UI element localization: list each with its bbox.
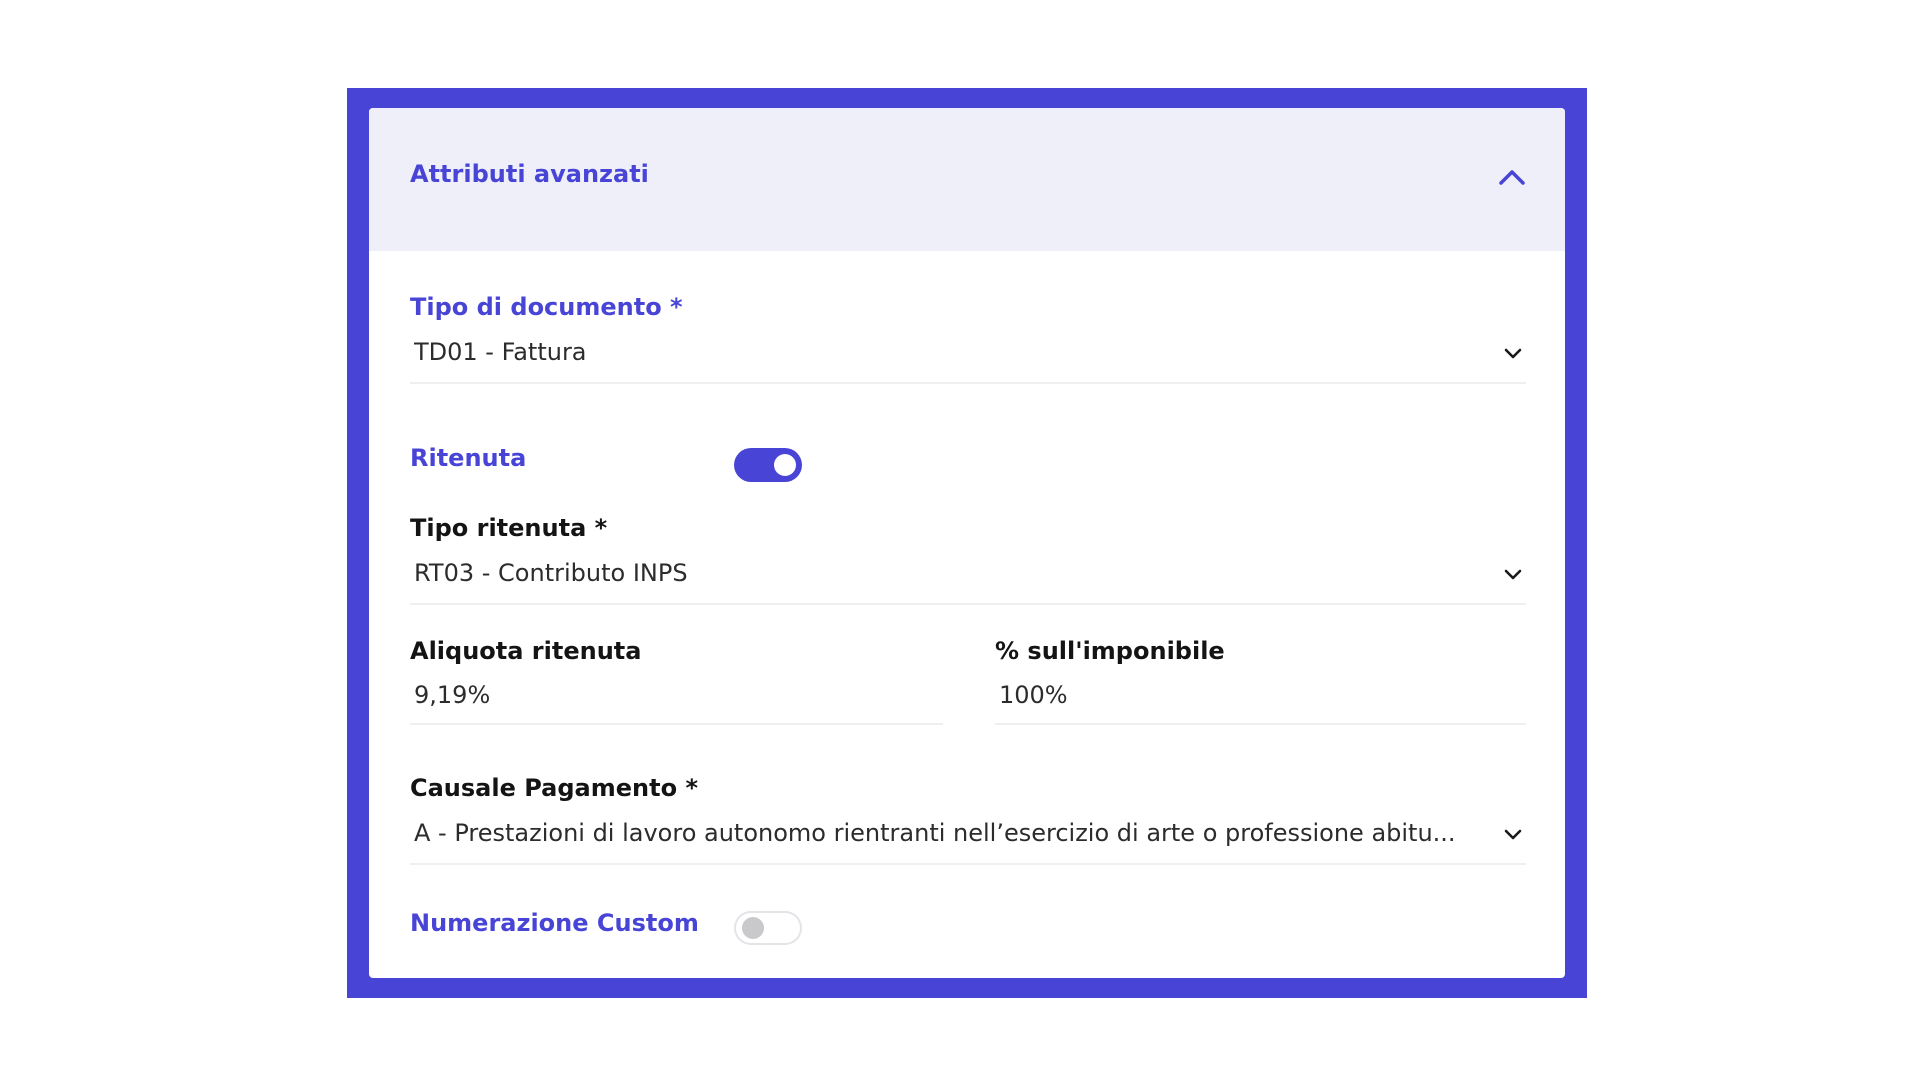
ritenuta-label: Ritenuta [410,444,527,472]
toggle-knob [742,917,764,939]
causale-pagamento-label: Causale Pagamento * [410,774,698,802]
chevron-up-icon[interactable] [1495,162,1529,192]
aliquota-ritenuta-value: 9,19% [414,681,491,709]
aliquota-ritenuta-label: Aliquota ritenuta [410,637,642,665]
chevron-down-icon[interactable] [1500,340,1526,366]
percentuale-imponibile-input[interactable]: 100% [995,671,1526,725]
percentuale-imponibile-value: 100% [999,681,1068,709]
numerazione-custom-label: Numerazione Custom [410,909,699,937]
advanced-attributes-panel: Attributi avanzati Tipo di documento * T… [369,108,1565,978]
numerazione-custom-toggle[interactable] [734,911,802,945]
chevron-down-icon[interactable] [1500,821,1526,847]
toggle-knob [774,454,796,476]
causale-pagamento-select[interactable]: A - Prestazioni di lavoro autonomo rient… [410,809,1526,865]
panel-frame: Attributi avanzati Tipo di documento * T… [347,88,1587,998]
chevron-down-icon[interactable] [1500,561,1526,587]
tipo-documento-select[interactable]: TD01 - Fattura [410,328,1526,384]
aliquota-ritenuta-input[interactable]: 9,19% [410,671,943,725]
tipo-documento-value: TD01 - Fattura [414,338,587,366]
panel-header[interactable]: Attributi avanzati [369,108,1565,251]
causale-pagamento-value: A - Prestazioni di lavoro autonomo rient… [414,819,1456,847]
ritenuta-toggle[interactable] [734,448,802,482]
tipo-ritenuta-label: Tipo ritenuta * [410,514,608,542]
tipo-ritenuta-value: RT03 - Contributo INPS [414,559,688,587]
tipo-ritenuta-select[interactable]: RT03 - Contributo INPS [410,549,1526,605]
tipo-documento-label: Tipo di documento * [410,293,683,321]
panel-title: Attributi avanzati [410,160,649,188]
percentuale-imponibile-label: % sull'imponibile [995,637,1225,665]
